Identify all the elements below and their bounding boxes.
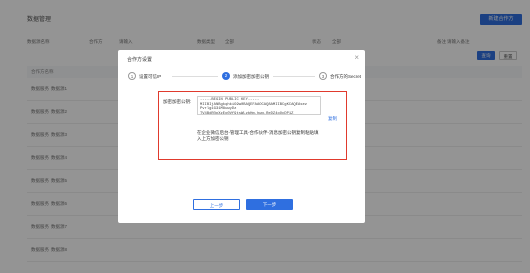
stepper: 1 设置可信IP 2 添加加密加密公钥 3 合作方的Secret <box>128 72 361 84</box>
step-2-number: 2 <box>222 72 230 80</box>
public-key-textarea[interactable]: -----BEGIN PUBLIC KEY----- MIIBIjANBgkqh… <box>197 96 321 115</box>
step-1-number: 1 <box>128 72 136 80</box>
step-1-label: 设置可信IP <box>139 73 162 79</box>
step-2-label: 添加加密加密公钥 <box>233 73 269 79</box>
step-3-number: 3 <box>319 72 327 80</box>
public-key-hint: 在企业微信后台-管理工具-合作伙伴-消息加密公钥复制粘贴填入上方加密公钥 <box>197 130 319 141</box>
close-icon[interactable]: × <box>354 54 359 62</box>
previous-step-button[interactable]: 上一步 <box>193 199 240 210</box>
dialog-title: 合作方设置 <box>127 57 153 63</box>
partner-settings-dialog: 合作方设置 × 1 设置可信IP 2 添加加密加密公钥 3 合作方的Secret… <box>118 50 365 223</box>
public-key-label: 加密加密公钥: <box>163 99 192 104</box>
highlighted-form-section: 加密加密公钥: -----BEGIN PUBLIC KEY----- MIIBI… <box>158 91 347 160</box>
step-3-label: 合作方的Secret <box>330 73 362 79</box>
step-connector <box>273 76 315 77</box>
next-step-button[interactable]: 下一步 <box>246 199 293 210</box>
copy-link[interactable]: 复制 <box>328 116 337 122</box>
step-connector <box>172 76 218 77</box>
